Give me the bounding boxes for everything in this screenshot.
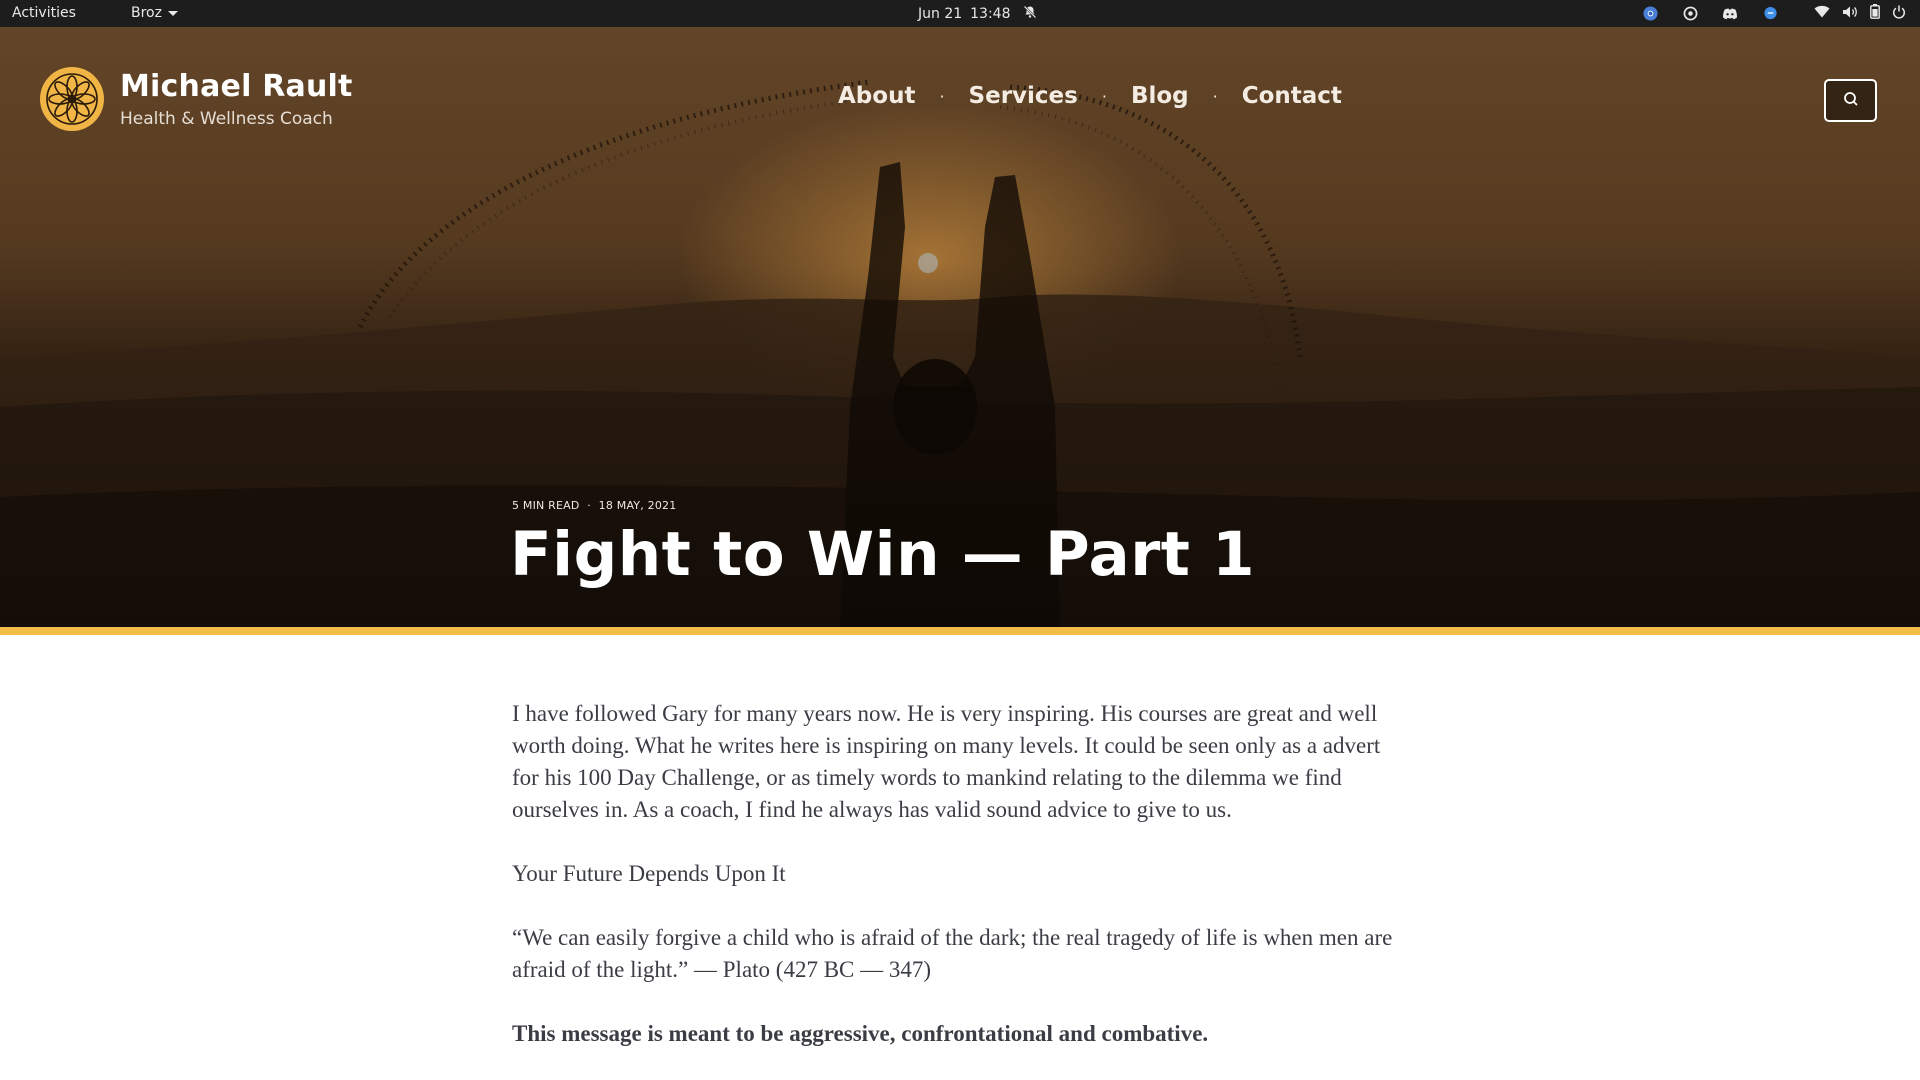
search-icon	[1843, 91, 1859, 111]
nav-blog[interactable]: Blog	[1131, 83, 1189, 109]
hero-header: Michael Rault Health & Wellness Coach Ab…	[0, 27, 1920, 627]
clock[interactable]: Jun 21 13:48	[918, 5, 1037, 23]
post-date: 18 MAY, 2021	[598, 499, 677, 512]
battery-icon	[1870, 4, 1880, 23]
accent-divider	[0, 627, 1920, 635]
flower-logo-icon	[40, 67, 104, 131]
chat-icon[interactable]	[1762, 6, 1778, 22]
chrome-icon[interactable]	[1642, 6, 1658, 22]
discord-icon[interactable]	[1722, 6, 1738, 22]
app-menu-label: Broz	[131, 5, 162, 21]
brand-text: Michael Rault Health & Wellness Coach	[120, 70, 353, 129]
nav-separator: ·	[1101, 86, 1107, 106]
main-navigation: About · Services · Blog · Contact	[838, 83, 1342, 109]
notifications-muted-icon	[1023, 5, 1037, 23]
nav-separator: ·	[939, 86, 945, 106]
nav-separator: ·	[1212, 86, 1218, 106]
system-top-bar: Activities Broz Jun 21 13:48	[0, 0, 1920, 27]
tray-app-icon[interactable]	[1682, 6, 1698, 22]
read-time: 5 MIN READ	[512, 499, 580, 512]
system-status-menu[interactable]	[1814, 4, 1906, 23]
paragraph: I have followed Gary for many years now.…	[512, 701, 1381, 822]
search-button[interactable]	[1824, 79, 1877, 122]
post-body: I have followed Gary for many years now.…	[512, 698, 1412, 1080]
nav-contact[interactable]: Contact	[1242, 83, 1342, 109]
meta-separator: ·	[587, 499, 591, 512]
activities-button[interactable]: Activities	[12, 5, 76, 21]
clock-time: 13:48	[970, 6, 1011, 22]
post-title: Fight to Win — Part 1	[510, 519, 1256, 590]
site-title[interactable]: Michael Rault	[120, 70, 353, 103]
site-brand[interactable]: Michael Rault Health & Wellness Coach	[40, 67, 353, 131]
paragraph: Your Future Depends Upon It	[512, 861, 786, 886]
bold-paragraph: This message is meant to be aggressive, …	[512, 1021, 1209, 1046]
clock-date: Jun 21	[918, 6, 963, 22]
system-tray	[1618, 0, 1920, 27]
app-menu[interactable]: Broz	[131, 5, 178, 21]
power-icon	[1892, 5, 1906, 23]
wifi-icon	[1814, 5, 1830, 22]
quote-paragraph: “We can easily forgive a child who is af…	[512, 925, 1393, 982]
chevron-down-icon	[167, 10, 178, 16]
site-tagline: Health & Wellness Coach	[120, 108, 333, 129]
post-meta: 5 MIN READ · 18 MAY, 2021	[512, 499, 676, 512]
volume-icon	[1842, 5, 1858, 23]
nav-services[interactable]: Services	[969, 83, 1078, 109]
nav-about[interactable]: About	[838, 83, 915, 109]
